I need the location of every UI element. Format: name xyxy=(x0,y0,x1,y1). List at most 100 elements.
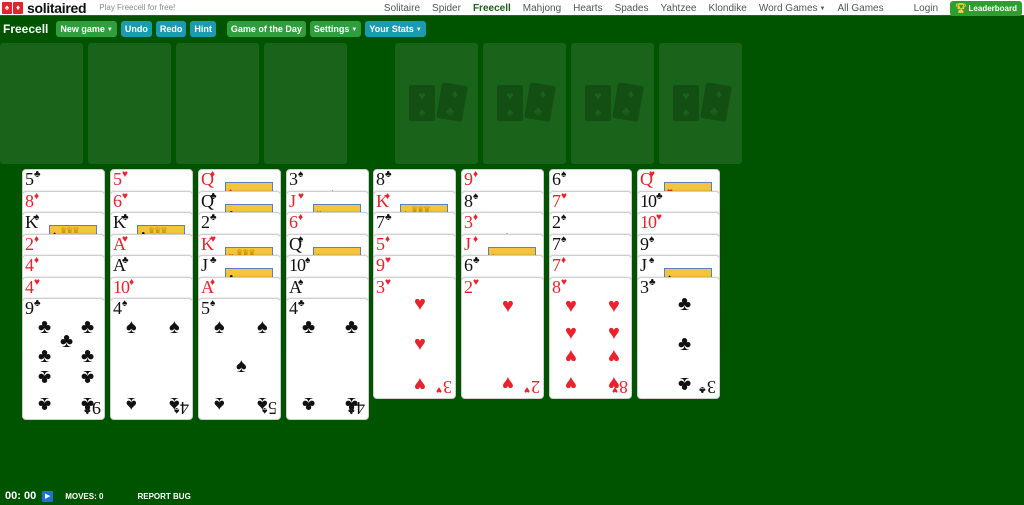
undo-button[interactable]: Undo xyxy=(120,21,152,37)
card-suit-icon: ♠ xyxy=(649,255,655,266)
playing-card[interactable]: 3 ♣ ♣ ♣ ♣ 3 ♣ xyxy=(637,276,720,399)
card-rank-bottom: 3 xyxy=(444,376,452,397)
card-pip-icon: ♥ xyxy=(608,321,620,344)
card-suit-icon: ♠ xyxy=(173,405,179,416)
site-logo[interactable]: ♠ ♦ solitaired xyxy=(2,0,87,16)
report-bug-link[interactable]: REPORT BUG xyxy=(137,492,190,501)
card-pip-icon: ♥ xyxy=(565,344,577,367)
nav-klondike[interactable]: Klondike xyxy=(708,3,746,14)
card-rank: 6 xyxy=(289,212,298,232)
nav-solitaire[interactable]: Solitaire xyxy=(384,3,420,14)
card-suit-icon: ♥ xyxy=(649,169,655,180)
free-cell[interactable] xyxy=(264,43,347,164)
card-suit-icon: ♠ xyxy=(122,298,128,309)
playing-card[interactable]: 8 ♥ ♥ ♥ ♥ ♥ ♥ ♥ ♥ ♥ 8 ♥ xyxy=(549,276,632,399)
card-rank-bottom: 2 xyxy=(532,376,540,397)
svg-text:♣: ♣ xyxy=(446,104,454,118)
card-pip-icon: ♠ xyxy=(126,316,137,338)
card-pip-icon: ♥ xyxy=(414,332,426,355)
redo-button[interactable]: Redo xyxy=(155,21,187,37)
nav-freecell[interactable]: Freecell xyxy=(473,3,511,14)
caret-down-icon: ▼ xyxy=(819,5,826,12)
card-pip-icon: ♣ xyxy=(38,345,52,367)
nav-yahtzee[interactable]: Yahtzee xyxy=(661,3,697,14)
svg-text:♥: ♥ xyxy=(594,89,601,103)
svg-text:♦: ♦ xyxy=(540,87,546,101)
card-rank: 6 xyxy=(113,190,122,211)
trophy-icon: 🏆︎ xyxy=(955,2,967,13)
card-pip-icon: ♣ xyxy=(38,316,52,338)
card-suit-icon: ♥ xyxy=(385,276,391,288)
svg-text:♠: ♠ xyxy=(507,105,514,119)
card-rank: 10 xyxy=(640,190,657,211)
playing-card[interactable]: 3 ♥ ♥ ♥ ♥ 3 ♥ xyxy=(373,276,456,399)
caret-down-icon: ▼ xyxy=(415,27,422,33)
logo-card-icon: ♠ xyxy=(2,1,12,14)
nav-word-games[interactable]: Word Games ▼ xyxy=(759,3,826,14)
playing-card[interactable]: 4 ♣ ♣ ♣ ♣ ♣ 4 ♣ xyxy=(286,298,369,420)
playing-card[interactable]: 2 ♥ ♥ ♥ 2 ♥ xyxy=(461,276,544,399)
free-cell[interactable] xyxy=(0,43,83,164)
card-rank: 5 xyxy=(113,169,122,189)
card-pip-icon: ♣ xyxy=(678,292,692,315)
card-suit-icon: ♥ xyxy=(298,190,304,202)
card-rank: 4 xyxy=(289,298,298,318)
nav-hearts[interactable]: Hearts xyxy=(573,3,602,14)
settings-button[interactable]: Settings ▼ xyxy=(309,21,362,37)
svg-text:♠: ♠ xyxy=(595,105,602,119)
card-rank: 2 xyxy=(25,233,34,254)
card-rank: 3 xyxy=(464,212,473,232)
svg-text:♣: ♣ xyxy=(710,104,718,118)
nav-all-games[interactable]: All Games xyxy=(838,3,884,14)
card-suit-icon: ♥ xyxy=(122,190,128,202)
free-cell[interactable] xyxy=(88,43,171,164)
foundation-pile[interactable]: ♥ ♠ ♦ ♣ xyxy=(659,43,742,164)
playing-card[interactable]: 5 ♠ ♠ ♠ ♠ ♠ ♠ 5 ♠ xyxy=(198,298,281,420)
play-icon[interactable]: ▶ xyxy=(42,490,54,502)
nav-spades[interactable]: Spades xyxy=(615,3,649,14)
hint-button[interactable]: Hint xyxy=(190,21,216,37)
card-rank: 5 xyxy=(201,298,210,318)
card-pip-icon: ♥ xyxy=(565,371,577,394)
card-suit-icon: ♠ xyxy=(305,255,311,266)
nav-spider[interactable]: Spider xyxy=(432,3,461,14)
status-footer: 00: 00 ▶ MOVES: 0 REPORT BUG xyxy=(0,487,1024,505)
game-of-the-day-button[interactable]: Game of the Day xyxy=(226,21,306,37)
card-suit-icon: ♦ xyxy=(385,233,391,245)
card-rank-bottom: 9 xyxy=(93,398,101,418)
foundation-pile[interactable]: ♥ ♠ ♦ ♣ xyxy=(571,43,654,164)
new-game-button[interactable]: New game ▼ xyxy=(56,21,117,37)
login-link[interactable]: Login xyxy=(914,3,938,14)
card-rank: 7 xyxy=(552,190,561,211)
card-suit-icon: ♥ xyxy=(436,383,442,395)
card-rank-bottom: 8 xyxy=(620,376,628,397)
logo-text: solitaired xyxy=(27,0,87,16)
card-suit-icon: ♣ xyxy=(348,405,355,416)
playing-card[interactable]: 4 ♠ ♠ ♠ ♠ ♠ 4 ♠ xyxy=(110,298,193,420)
foundation-pile[interactable]: ♥ ♠ ♦ ♣ xyxy=(483,43,566,164)
card-pip-icon: ♥ xyxy=(608,344,620,367)
card-rank-bottom: 4 xyxy=(357,398,365,418)
card-suit-icon: ♥ xyxy=(656,212,662,223)
card-suit-icon: ♥ xyxy=(612,383,618,395)
card-rank-bottom: 4 xyxy=(181,398,189,418)
leaderboard-button[interactable]: 🏆︎ Leaderboard xyxy=(950,0,1022,16)
game-toolbar: Freecell New game ▼ Undo Redo Hint Game o… xyxy=(0,18,1024,40)
svg-text:♠: ♠ xyxy=(419,105,426,119)
moves-counter: MOVES: 0 xyxy=(65,492,103,501)
card-suit-icon: ♠ xyxy=(261,405,267,416)
card-rank: 7 xyxy=(376,212,385,232)
card-rank: 9 xyxy=(464,169,473,189)
card-suit-icon: ♥ xyxy=(385,255,391,266)
playing-card[interactable]: 9 ♣ ♣ ♣ ♣ ♣ ♣ ♣ ♣ ♣ ♣ 9 ♣ xyxy=(22,298,105,420)
card-suit-icon: ♠ xyxy=(649,233,655,245)
foundation-pile[interactable]: ♥ ♠ ♦ ♣ xyxy=(395,43,478,164)
your-stats-button[interactable]: Your Stats ▼ xyxy=(365,21,426,37)
foundation-placeholder-icon: ♥ ♠ ♦ ♣ xyxy=(409,83,468,122)
free-cell[interactable] xyxy=(176,43,259,164)
nav-mahjong[interactable]: Mahjong xyxy=(523,3,561,14)
caret-down-icon: ▼ xyxy=(351,27,358,33)
card-suit-icon: ♥ xyxy=(210,233,216,245)
card-suit-icon: ♣ xyxy=(122,212,129,223)
your-stats-label: Your Stats xyxy=(369,24,414,34)
